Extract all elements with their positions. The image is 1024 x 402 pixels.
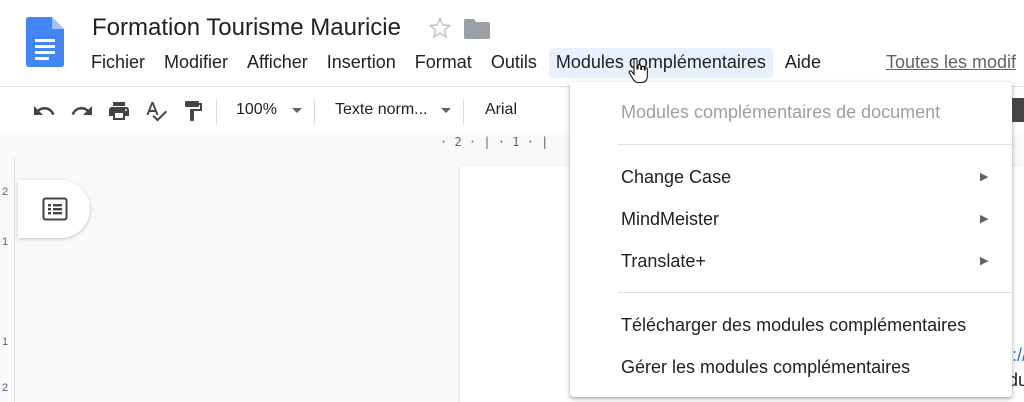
last-edit-link[interactable]: Toutes les modif	[886, 52, 1016, 73]
document-title[interactable]: Formation Tourisme Mauricie	[92, 14, 401, 42]
page-link-text[interactable]: ://	[1012, 345, 1024, 366]
menu-insertion[interactable]: Insertion	[320, 48, 403, 78]
vruler-tick: 2	[2, 382, 9, 394]
menu-format[interactable]: Format	[408, 48, 479, 78]
dropdown-item-change-case[interactable]: Change Case	[621, 167, 731, 188]
hand-cursor-icon	[628, 58, 648, 83]
dropdown-item-manage-addons[interactable]: Gérer les modules complémentaires	[621, 357, 910, 378]
print-icon[interactable]	[107, 99, 131, 123]
submenu-arrow-icon: ▶	[980, 255, 989, 267]
addons-dropdown-menu: Modules complémentaires de document Chan…	[570, 82, 1012, 397]
star-icon[interactable]	[428, 16, 452, 40]
paint-format-icon[interactable]	[181, 99, 205, 123]
toolbar-separator	[216, 99, 217, 125]
menu-bar: Fichier Modifier Afficher Insertion Form…	[84, 46, 833, 80]
document-outline-button[interactable]	[18, 180, 90, 238]
zoom-caret-icon[interactable]	[292, 108, 302, 113]
vertical-ruler[interactable]: 2 1 1 2	[0, 158, 15, 402]
vruler-tick: 1	[2, 236, 9, 248]
menu-aide[interactable]: Aide	[778, 48, 828, 78]
submenu-arrow-icon: ▶	[980, 213, 989, 225]
dropdown-header: Modules complémentaires de document	[621, 102, 941, 122]
zoom-select[interactable]: 100%	[236, 101, 277, 119]
submenu-arrow-icon: ▶	[980, 171, 989, 183]
docs-logo-icon[interactable]	[26, 17, 64, 67]
vruler-tick: 2	[2, 186, 9, 198]
menu-afficher[interactable]: Afficher	[240, 48, 315, 78]
style-caret-icon[interactable]	[441, 108, 451, 113]
spellcheck-icon[interactable]	[144, 99, 168, 123]
dropdown-separator	[618, 292, 1012, 293]
redo-icon[interactable]	[70, 99, 94, 123]
toolbar-separator	[314, 99, 315, 125]
style-select[interactable]: Texte norm...	[335, 101, 427, 119]
undo-icon[interactable]	[32, 99, 56, 123]
ruler-marks: · 2 · | · 1 · |	[440, 135, 549, 149]
outline-list-icon	[42, 197, 68, 221]
menu-modules-complementaires[interactable]: Modules complémentaires	[548, 48, 773, 78]
dropdown-separator	[618, 144, 1012, 145]
folder-icon[interactable]	[464, 19, 490, 39]
dropdown-item-translate-plus[interactable]: Translate+	[621, 251, 706, 272]
menu-outils[interactable]: Outils	[484, 48, 544, 78]
dropdown-item-mindmeister[interactable]: MindMeister	[621, 209, 719, 230]
toolbar-separator	[463, 99, 464, 125]
dropdown-item-get-addons[interactable]: Télécharger des modules complémentaires	[621, 315, 966, 336]
vruler-tick: 1	[2, 336, 9, 348]
menu-fichier[interactable]: Fichier	[84, 48, 152, 78]
toolbar-overflow-icon[interactable]	[1012, 98, 1024, 122]
menu-modifier[interactable]: Modifier	[157, 48, 235, 78]
font-select[interactable]: Arial	[485, 101, 517, 119]
